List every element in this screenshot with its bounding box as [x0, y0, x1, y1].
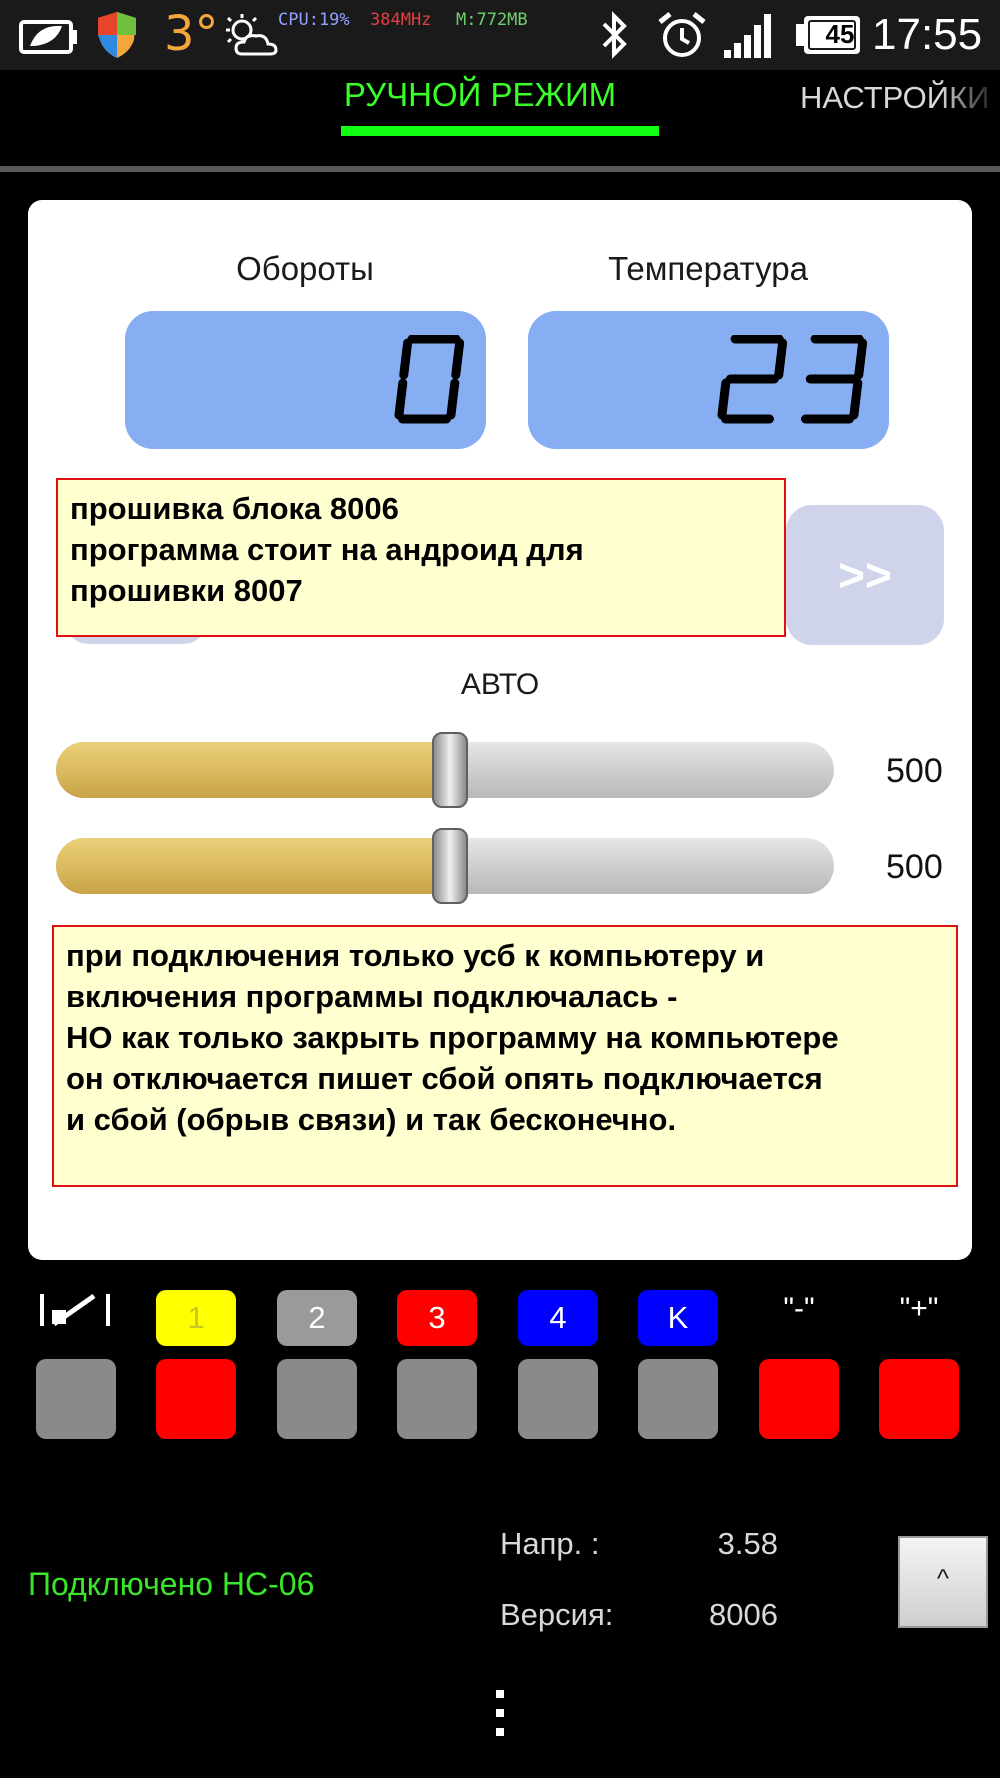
- channel-4-label: 4: [518, 1290, 598, 1346]
- note-line: программа стоит на андроид для: [70, 532, 584, 567]
- toggle-all-icon: [40, 1293, 110, 1327]
- channel-3-label: 3: [397, 1290, 477, 1346]
- channel-4-button[interactable]: [518, 1359, 598, 1439]
- note-line: он отключается пишет сбой опять подключа…: [66, 1061, 823, 1096]
- toggle-all-button[interactable]: [36, 1359, 116, 1439]
- channel-2-button[interactable]: [277, 1359, 357, 1439]
- annotation-note-top: прошивка блока 8006 программа стоит на а…: [56, 478, 786, 637]
- active-tab-indicator: [341, 126, 659, 136]
- lcd-digit: [800, 335, 868, 424]
- version-label: Версия:: [500, 1597, 614, 1632]
- tab-manual-mode[interactable]: РУЧНОЙ РЕЖИМ: [300, 76, 660, 114]
- tab-divider: [0, 166, 1000, 172]
- plus-button[interactable]: [879, 1359, 959, 1439]
- slider-fill-2: [56, 838, 445, 894]
- memory-usage: M:772MB: [456, 10, 528, 30]
- note-line: НО как только закрыть программу на компь…: [66, 1020, 839, 1055]
- plus-label: "+": [899, 1292, 939, 1325]
- lcd-digit: [394, 335, 465, 424]
- rpm-label: Обороты: [236, 250, 374, 287]
- cpu-frequency: 384MHz: [370, 10, 432, 30]
- note-line: прошивки 8007: [70, 573, 303, 608]
- next-button[interactable]: >>: [786, 505, 944, 645]
- lcd-digit: [717, 335, 788, 424]
- scroll-up-button[interactable]: ^: [898, 1536, 988, 1628]
- minus-button[interactable]: [759, 1359, 839, 1439]
- alarm-icon: [658, 12, 706, 57]
- temperature-display: [528, 311, 889, 449]
- cpu-usage: CPU:19%: [278, 10, 350, 30]
- bluetooth-icon: [602, 11, 627, 59]
- slider-thumb-2[interactable]: [432, 828, 468, 904]
- tab-overflow-fade: [940, 72, 1000, 124]
- minus-label: "-": [783, 1292, 815, 1325]
- voltage-label: Напр. :: [500, 1526, 600, 1561]
- clock: 17:55: [872, 10, 983, 59]
- status-bar: 3° CPU:19% 384MHz M:772MB 45 17:55: [0, 0, 1000, 70]
- battery-leaf-icon: [19, 20, 77, 54]
- version-value: 8006: [709, 1597, 778, 1632]
- slider-value-1: 500: [886, 752, 943, 790]
- connection-status: Подключено HC-06: [28, 1566, 315, 1602]
- note-line: включения программы подключалась -: [66, 979, 678, 1014]
- slider-fill-1: [56, 742, 445, 798]
- voltage-value: 3.58: [717, 1526, 778, 1561]
- weather-cloud-icon: [226, 14, 278, 56]
- auto-label: АВТО: [460, 668, 540, 701]
- battery-level: 45: [825, 19, 855, 49]
- channel-k-label: K: [638, 1290, 718, 1346]
- rpm-display: [125, 311, 486, 449]
- slider-value-2: 500: [886, 848, 943, 886]
- weather-temperature: 3°: [164, 6, 219, 62]
- overflow-menu-icon[interactable]: [490, 1688, 510, 1738]
- temperature-label: Температура: [608, 250, 808, 287]
- channel-1-button[interactable]: [156, 1359, 236, 1439]
- annotation-note-bottom: при подключения только усб к компьютеру …: [52, 925, 958, 1187]
- channel-2-label: 2: [277, 1290, 357, 1346]
- note-line: прошивка блока 8006: [70, 491, 399, 526]
- slider-thumb-1[interactable]: [432, 732, 468, 808]
- note-line: при подключения только усб к компьютеру …: [66, 938, 765, 973]
- temperature-value: [717, 335, 868, 424]
- shield-icon: [98, 12, 136, 58]
- channel-k-button[interactable]: [638, 1359, 718, 1439]
- rpm-value: [394, 335, 465, 424]
- channel-3-button[interactable]: [397, 1359, 477, 1439]
- note-line: и сбой (обрыв связи) и так бесконечно.: [66, 1102, 677, 1137]
- channel-1-label: 1: [156, 1290, 236, 1346]
- signal-icon: [724, 14, 771, 58]
